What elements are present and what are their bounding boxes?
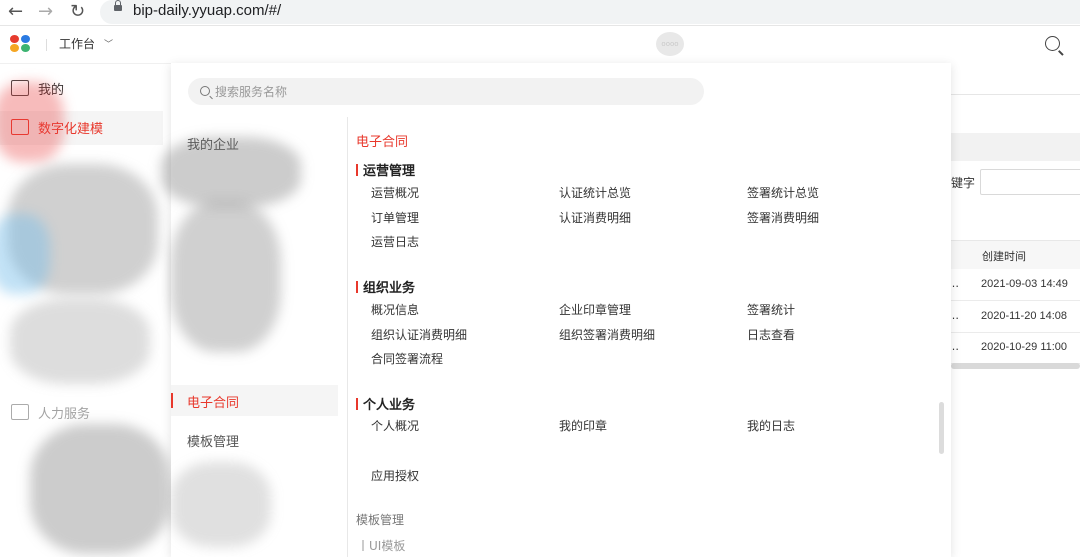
app-logo-icon[interactable]	[10, 35, 32, 53]
service-search[interactable]	[188, 78, 704, 105]
created-time-cell: 2020-11-20 14:08	[981, 310, 1068, 322]
group-title-org-business: 组织业务	[356, 277, 415, 296]
forward-arrow-icon[interactable]: →	[38, 1, 53, 23]
redaction-scribble	[0, 214, 50, 294]
service-link[interactable]: 订单管理	[371, 209, 419, 226]
service-link[interactable]: 签署统计总览	[747, 184, 819, 201]
person-card-icon	[11, 404, 29, 420]
reload-icon[interactable]: ↻	[70, 1, 85, 23]
service-link[interactable]: 我的日志	[747, 417, 795, 434]
divider	[951, 94, 1080, 95]
category-label: 电子合同	[187, 396, 240, 411]
service-link[interactable]: 个人概况	[371, 417, 419, 434]
group-title-operations: 运营管理	[356, 160, 415, 179]
address-bar[interactable]: bip-daily.yyuap.com/#/	[100, 0, 1080, 24]
service-menu-panel: 我的企业 电子合同 模板管理 电子合同 运营管理 运营概况 认证统计总览 签署统…	[161, 63, 951, 557]
group-title-personal-business: 个人业务	[356, 394, 415, 413]
service-link[interactable]: 概况信息	[371, 301, 419, 318]
service-link[interactable]: 组织签署消费明细	[559, 326, 655, 343]
service-link-app-authorization[interactable]: 应用授权	[371, 467, 419, 484]
redaction-scribble	[30, 424, 170, 554]
url-text[interactable]: bip-daily.yyuap.com/#/	[133, 1, 281, 21]
redaction-scribble	[0, 82, 64, 162]
filter-header-bar	[951, 133, 1080, 161]
nav-item-label: 人力服务	[38, 407, 91, 422]
service-link[interactable]: 运营概况	[371, 184, 419, 201]
content-title: 电子合同	[356, 135, 409, 150]
redaction-scribble	[171, 462, 271, 547]
chevron-down-icon[interactable]: ﹀	[104, 37, 113, 50]
table-header: 创建时间	[951, 240, 1080, 269]
category-list: 我的企业 电子合同 模板管理	[161, 117, 348, 557]
redaction-scribble	[171, 202, 281, 352]
service-link[interactable]: 签署统计	[747, 301, 795, 318]
service-link[interactable]: 签署消费明细	[747, 209, 819, 226]
service-link[interactable]: 日志查看	[747, 326, 795, 343]
column-header-created-time[interactable]: 创建时间	[982, 248, 1026, 264]
panel-scrollbar[interactable]	[939, 402, 944, 454]
service-link[interactable]: 合同签署流程	[371, 350, 443, 367]
horizontal-scrollbar[interactable]	[951, 363, 1080, 369]
ui-template-item[interactable]: UI模板	[362, 537, 405, 554]
background-page: 键字 创建时间 … 2021-09-03 14:49 … 2020-11-20 …	[948, 63, 1080, 557]
back-arrow-icon[interactable]: ←	[8, 1, 23, 23]
left-nav: 我的 数字化建模 人力服务	[0, 64, 171, 557]
service-content: 电子合同 运营管理 运营概况 认证统计总览 签署统计总览 订单管理 认证消费明细…	[356, 129, 926, 557]
table-row[interactable]: … 2020-10-29 11:00	[948, 332, 1080, 364]
table-row[interactable]: … 2021-09-03 14:49	[948, 269, 1080, 301]
redaction-scribble	[161, 137, 301, 207]
category-label: 模板管理	[187, 435, 240, 450]
app-header: 工作台 ﹀ oooo	[0, 26, 1080, 64]
created-time-cell: 2021-09-03 14:49	[981, 278, 1068, 290]
service-search-input[interactable]	[215, 82, 685, 101]
workbench-switcher[interactable]: 工作台	[59, 35, 95, 53]
category-e-contract[interactable]: 电子合同	[171, 385, 338, 416]
table-row[interactable]: … 2020-11-20 14:08	[948, 301, 1080, 333]
avatar[interactable]: oooo	[656, 32, 684, 56]
service-link[interactable]: 组织认证消费明细	[371, 326, 467, 343]
lock-icon	[114, 0, 122, 11]
service-link[interactable]: 认证统计总览	[559, 184, 631, 201]
service-link[interactable]: 我的印章	[559, 417, 607, 434]
global-search-icon[interactable]	[1045, 36, 1060, 51]
template-section-title: 模板管理	[356, 513, 405, 527]
service-link[interactable]: 运营日志	[371, 233, 419, 250]
keyword-label: 键字	[951, 176, 976, 190]
service-link[interactable]: 企业印章管理	[559, 301, 631, 318]
created-time-cell: 2020-10-29 11:00	[981, 341, 1068, 353]
header-divider	[46, 39, 47, 51]
category-template-management[interactable]: 模板管理	[171, 424, 338, 455]
search-icon	[200, 86, 210, 96]
service-link[interactable]: 认证消费明细	[559, 209, 631, 226]
redaction-scribble	[10, 299, 150, 384]
keyword-input[interactable]	[980, 169, 1080, 195]
browser-toolbar: ← → ↻ bip-daily.yyuap.com/#/	[0, 0, 1080, 26]
